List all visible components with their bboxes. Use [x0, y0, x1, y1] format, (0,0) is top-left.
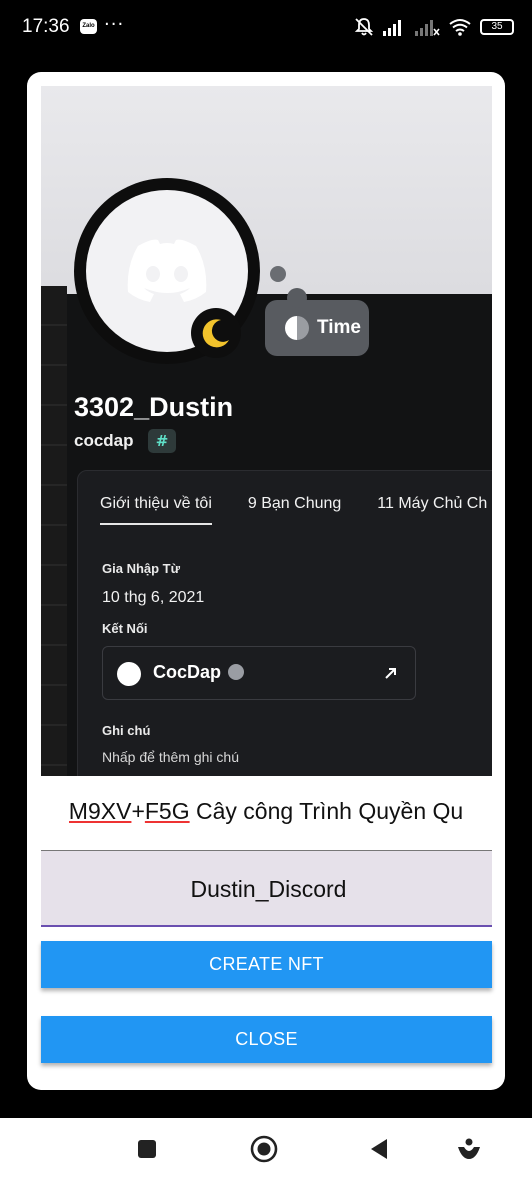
github-icon — [117, 662, 141, 686]
more-notifications-icon: ··· — [104, 14, 125, 35]
home-button[interactable] — [247, 1132, 281, 1166]
half-circle-icon — [285, 316, 309, 340]
assistant-button[interactable] — [452, 1132, 486, 1166]
address-text: M9XV+F5G Cây công Trình Quyền Qu — [68, 798, 464, 824]
status-time: 17:36 — [22, 16, 70, 37]
navigation-bar — [0, 1118, 532, 1180]
note-label: Ghi chú — [102, 723, 151, 738]
assistant-icon — [458, 1138, 480, 1159]
home-circle-icon — [250, 1135, 278, 1163]
bell-off-icon — [354, 18, 374, 36]
plus-code-part1: M9XV — [68, 798, 132, 824]
nft-name-input[interactable] — [41, 851, 496, 927]
connection-item: CocDap — [102, 646, 416, 700]
recents-button[interactable] — [130, 1132, 164, 1166]
note-placeholder: Nhấp để thêm ghi chú — [102, 749, 239, 765]
signal-icon — [383, 20, 401, 36]
profile-card: Giới thiệu về tôi 9 Bạn Chung 11 Máy Chủ… — [77, 470, 492, 776]
profile-photo: Time 3302_Dustin cocdap # Giới thiệu về … — [41, 86, 492, 776]
create-nft-button[interactable]: CREATE NFT — [41, 941, 492, 988]
status-icons: 35 — [354, 17, 514, 37]
joined-label: Gia Nhập Từ — [102, 561, 181, 576]
verified-icon — [228, 664, 244, 680]
connections-label: Kết Nối — [102, 621, 148, 636]
nft-name-field[interactable] — [41, 850, 496, 927]
status-bar: 17:36 Zalo ··· 35 — [0, 0, 532, 56]
idle-status-icon — [191, 308, 241, 358]
tab-mutual-servers: 11 Máy Chủ Ch — [377, 495, 488, 512]
status-text: Time — [317, 317, 362, 338]
profile-tag: cocdap — [74, 431, 134, 450]
tab-mutual-friends: 9 Bạn Chung — [247, 495, 342, 512]
hashtag-badge: # — [148, 429, 176, 453]
battery-icon: 35 — [480, 19, 514, 35]
back-button[interactable] — [362, 1132, 396, 1166]
recents-square-icon — [138, 1140, 156, 1158]
back-triangle-icon — [371, 1139, 387, 1159]
external-link-icon — [385, 668, 396, 679]
profile-username: 3302_Dustin — [74, 392, 234, 422]
connection-name: CocDap — [153, 662, 222, 682]
zalo-icon: Zalo — [80, 19, 97, 34]
status-bubble: Time — [265, 288, 369, 356]
plus-code-part2: F5G — [144, 798, 190, 824]
tab-about-me: Giới thiệu về tôi — [100, 495, 212, 525]
nft-dialog: Time 3302_Dustin cocdap # Giới thiệu về … — [27, 72, 505, 1090]
discord-logo-icon — [127, 239, 207, 302]
profile-tabs: Giới thiệu về tôi 9 Bạn Chung 11 Máy Chủ… — [100, 495, 492, 525]
address-rest: Cây công Trình Quyền Qu — [189, 798, 464, 824]
close-button[interactable]: CLOSE — [41, 1016, 492, 1063]
moon-icon — [202, 319, 229, 348]
wifi-icon — [449, 19, 471, 36]
signal-x-icon — [415, 20, 440, 36]
joined-value: 10 thg 6, 2021 — [102, 589, 205, 606]
